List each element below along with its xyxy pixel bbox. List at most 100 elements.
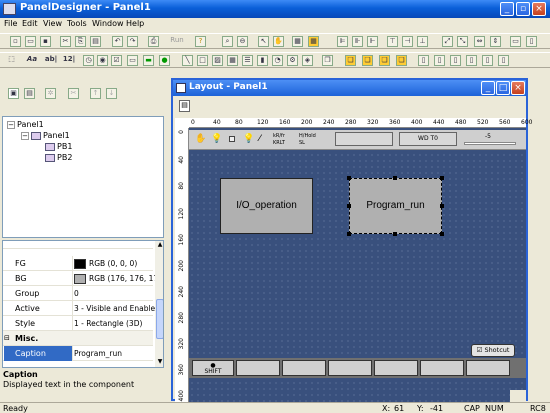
resize-handle[interactable]	[440, 176, 444, 180]
scroll-up-icon[interactable]: ▲	[155, 241, 163, 251]
align-top-icon[interactable]: ⊤	[387, 36, 398, 47]
pointer-icon[interactable]: ↖	[258, 36, 269, 47]
numeric-tool[interactable]: 12|	[61, 55, 77, 66]
print-icon[interactable]: ⎙	[148, 36, 159, 47]
resize-handle[interactable]	[347, 176, 351, 180]
scroll-thumb[interactable]	[156, 299, 163, 339]
green-rect-icon[interactable]: ▬	[143, 55, 154, 66]
resize-handle[interactable]	[347, 204, 351, 208]
distribute-3-icon[interactable]: ▯	[450, 55, 461, 66]
image-icon[interactable]: ▨	[212, 55, 223, 66]
resize-handle[interactable]	[393, 176, 397, 180]
backward-icon[interactable]: ❏	[396, 55, 407, 66]
space-h-icon[interactable]: ⇔	[474, 36, 485, 47]
text-aa-tool[interactable]: Aa	[24, 55, 40, 66]
fkey-2[interactable]	[236, 360, 280, 376]
menu-window[interactable]: Window	[92, 19, 124, 28]
open-icon[interactable]: ▭	[25, 36, 36, 47]
menu-view[interactable]: View	[43, 19, 62, 28]
prop-row-caption[interactable]: Caption Program_run	[3, 346, 153, 361]
tree-panel[interactable]: − Panel1	[21, 131, 70, 140]
save-icon[interactable]: ▪	[40, 36, 51, 47]
restore-button[interactable]: ▫	[516, 2, 530, 16]
collapse-icon[interactable]: −	[7, 120, 15, 129]
meter-icon[interactable]: ◔	[272, 55, 283, 66]
list-icon[interactable]: ☰	[242, 55, 253, 66]
same-width-icon[interactable]: ▭	[510, 36, 521, 47]
redo-icon[interactable]: ↷	[127, 36, 138, 47]
help-icon[interactable]: ?	[195, 36, 206, 47]
align-middle-icon[interactable]: ⊣	[402, 36, 413, 47]
menu-edit[interactable]: Edit	[22, 19, 38, 28]
fkey-shift[interactable]: ● SHIFT	[192, 360, 234, 376]
snap-grid-icon[interactable]: ▦	[308, 36, 319, 47]
tree-disabled-icon[interactable]: ✲	[45, 88, 56, 99]
rectangle-icon[interactable]: □	[197, 55, 208, 66]
paste-icon[interactable]: ▤	[90, 36, 101, 47]
line-icon[interactable]: ╲	[182, 55, 193, 66]
copy-icon[interactable]: ⎘	[75, 36, 86, 47]
strip-blank-button[interactable]	[335, 132, 393, 146]
group-icon[interactable]: ❐	[322, 55, 333, 66]
cut-icon[interactable]: ✂	[60, 36, 71, 47]
tree-item-pb2[interactable]: PB2	[45, 153, 72, 162]
space-v-icon[interactable]: ⇕	[490, 36, 501, 47]
bring-front-icon[interactable]: ❏	[345, 55, 356, 66]
move-down-icon[interactable]: ↓	[106, 88, 117, 99]
grid-icon[interactable]: ▦	[292, 36, 303, 47]
prop-section-misc[interactable]: ⊟ Misc.	[3, 331, 153, 346]
resize-handle[interactable]	[393, 232, 397, 236]
prop-row-bg[interactable]: BG RGB (176, 176, 176)	[3, 271, 163, 286]
align-left-icon[interactable]: ⊫	[337, 36, 348, 47]
resize-handle[interactable]	[347, 232, 351, 236]
expand-icon[interactable]: ⤢	[442, 36, 453, 47]
collapse-icon[interactable]: −	[21, 131, 29, 140]
fkey-7[interactable]	[466, 360, 510, 376]
layout-maximize-button[interactable]: □	[496, 81, 510, 95]
green-circle-icon[interactable]: ●	[159, 55, 170, 66]
fkey-4[interactable]	[328, 360, 372, 376]
minimize-button[interactable]: _	[500, 2, 514, 16]
hand-icon[interactable]: ✋	[273, 36, 284, 47]
design-canvas[interactable]: ✋ 💡 💡 ⁄ kR/fr KRLT H/Hold SL WD T0 -5 I/…	[189, 128, 526, 402]
fkey-3[interactable]	[282, 360, 326, 376]
menu-tools[interactable]: Tools	[67, 19, 87, 28]
tree-cut-icon[interactable]: ✂	[68, 88, 79, 99]
radio-icon[interactable]: ◉	[97, 55, 108, 66]
section-collapse-icon[interactable]: ⊟	[4, 334, 10, 342]
undo-icon[interactable]: ↶	[112, 36, 123, 47]
run-button[interactable]: Run	[168, 36, 186, 47]
distribute-2-icon[interactable]: ▯	[434, 55, 445, 66]
clock-icon[interactable]: ◷	[83, 55, 94, 66]
resize-handle[interactable]	[440, 232, 444, 236]
rect-button-icon[interactable]: ▭	[127, 55, 138, 66]
distribute-4-icon[interactable]: ▯	[466, 55, 477, 66]
checkbox-icon[interactable]: ☑	[111, 55, 122, 66]
close-button[interactable]: ×	[532, 2, 546, 16]
prop-row-group[interactable]: Group 0	[3, 286, 153, 301]
align-center-icon[interactable]: ⊪	[352, 36, 363, 47]
table-icon[interactable]: ▦	[227, 55, 238, 66]
tree-root[interactable]: − Panel1	[7, 120, 44, 129]
same-height-icon[interactable]: ▯	[526, 36, 537, 47]
zoom-icon[interactable]: ⌕	[222, 36, 233, 47]
prop-value[interactable]: Program_run	[74, 349, 122, 358]
resize-handle[interactable]	[440, 204, 444, 208]
bar-icon[interactable]: ▮	[257, 55, 268, 66]
fkey-5[interactable]	[374, 360, 418, 376]
scroll-down-icon[interactable]: ▼	[155, 358, 163, 367]
text-ab-tool[interactable]: ab|	[43, 55, 59, 66]
layout-page-icon[interactable]: ▤	[179, 100, 190, 112]
new-icon[interactable]: ▫	[10, 36, 21, 47]
panel-view-icon[interactable]: ▣	[8, 88, 19, 99]
shrink-icon[interactable]: ⤡	[457, 36, 468, 47]
menu-file[interactable]: File	[4, 19, 17, 28]
program-run-button[interactable]: Program_run	[349, 178, 442, 234]
prop-row-fg[interactable]: FG RGB (0, 0, 0)	[3, 256, 153, 271]
zoom-out-icon[interactable]: ⊖	[237, 36, 248, 47]
prop-row-active[interactable]: Active 3 - Visible and Enabled	[3, 301, 160, 316]
gear-icon[interactable]: ⚙	[287, 55, 298, 66]
props-scrollbar[interactable]: ▲ ▼	[155, 241, 163, 367]
page-icon[interactable]: ▤	[24, 88, 35, 99]
strip-wd-button[interactable]: WD T0	[399, 132, 457, 146]
